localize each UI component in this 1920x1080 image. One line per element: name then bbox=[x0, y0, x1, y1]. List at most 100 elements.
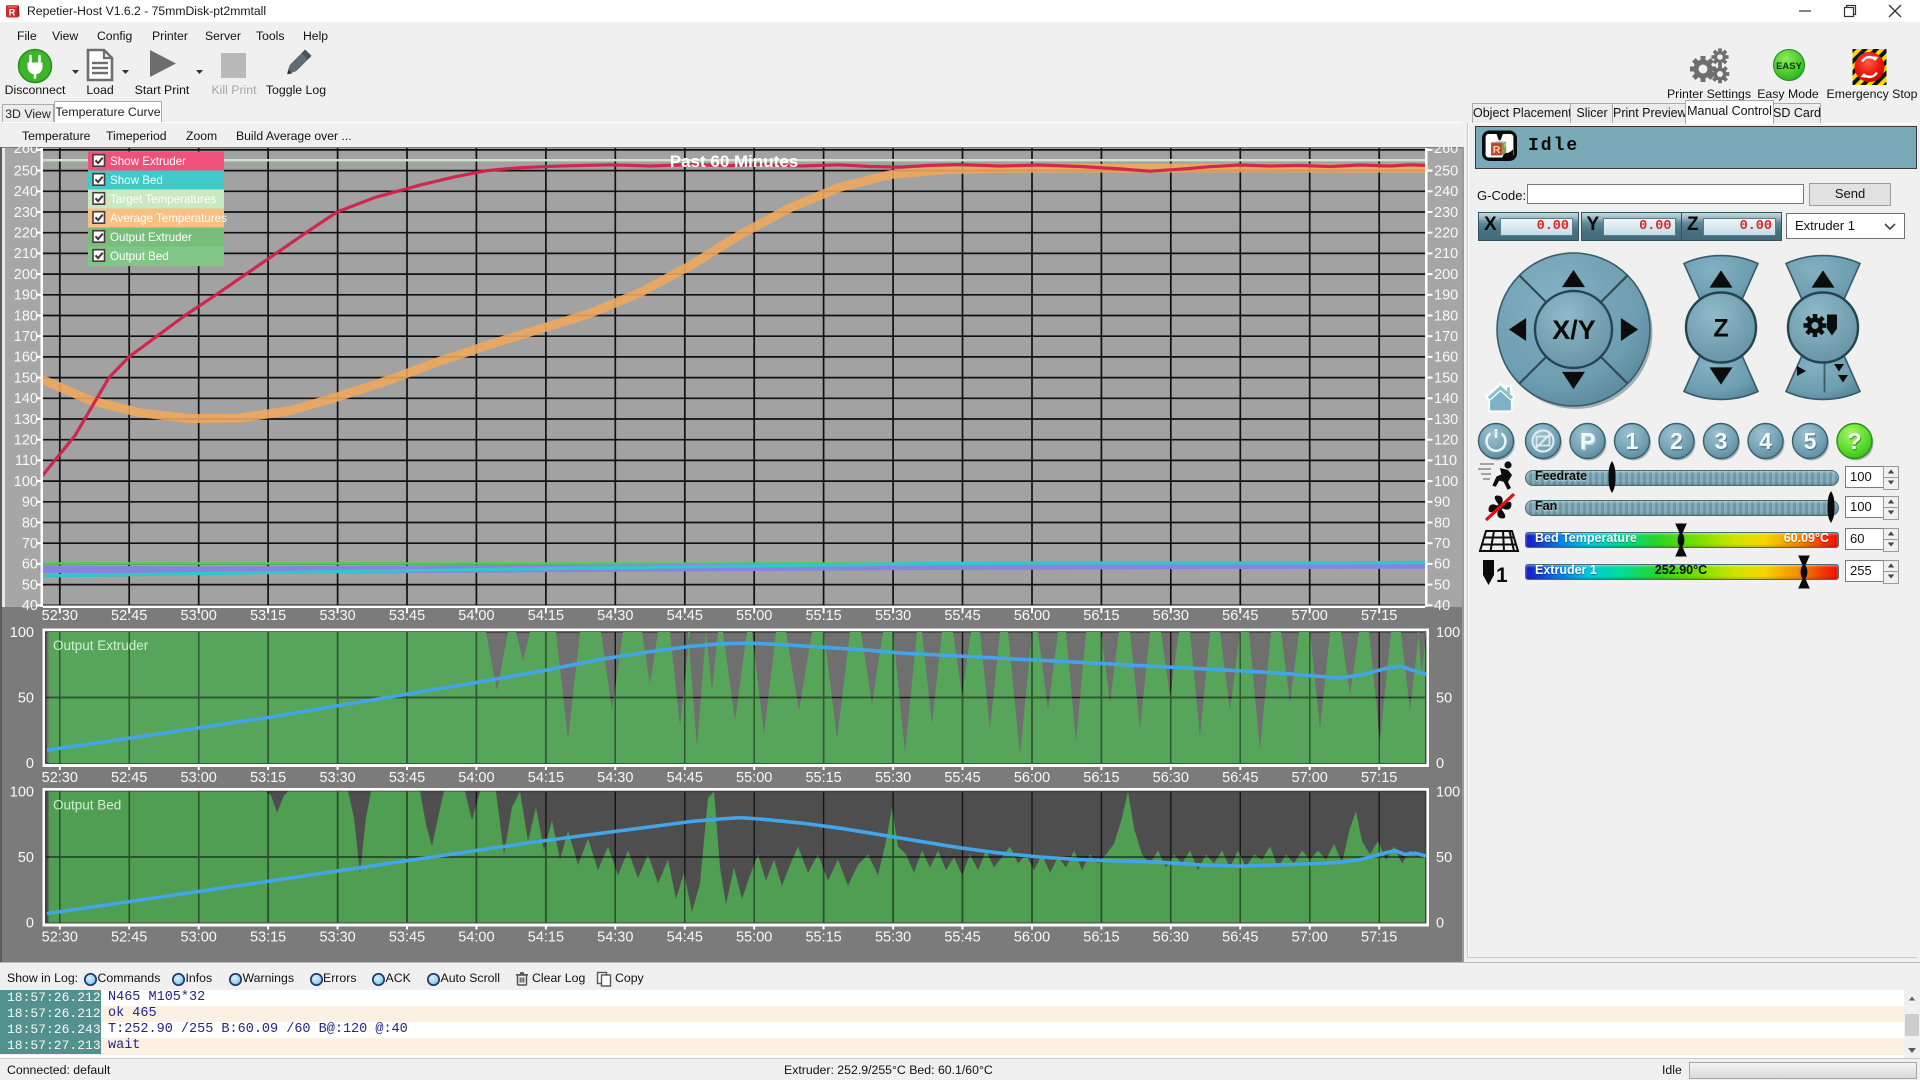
svg-text:54:15: 54:15 bbox=[528, 770, 564, 786]
svg-text:70: 70 bbox=[1434, 536, 1450, 552]
svg-text:180: 180 bbox=[1434, 308, 1458, 324]
svg-text:53:30: 53:30 bbox=[319, 770, 355, 786]
svg-text:160: 160 bbox=[1434, 350, 1458, 366]
svg-text:120: 120 bbox=[14, 433, 38, 449]
svg-text:0: 0 bbox=[26, 756, 34, 772]
svg-text:Average Temperatures: Average Temperatures bbox=[110, 212, 227, 225]
svg-text:230: 230 bbox=[14, 205, 38, 221]
svg-text:55:00: 55:00 bbox=[736, 930, 772, 946]
svg-text:100: 100 bbox=[10, 625, 34, 641]
svg-text:53:15: 53:15 bbox=[250, 608, 286, 624]
svg-text:54:00: 54:00 bbox=[458, 608, 494, 624]
svg-text:110: 110 bbox=[15, 453, 38, 469]
svg-text:100: 100 bbox=[14, 474, 38, 490]
svg-text:Z: Z bbox=[1713, 315, 1728, 343]
svg-text:100: 100 bbox=[1436, 784, 1460, 800]
svg-text:53:30: 53:30 bbox=[319, 608, 355, 624]
svg-text:52:45: 52:45 bbox=[111, 770, 147, 786]
svg-text:50: 50 bbox=[22, 577, 38, 593]
svg-text:5: 5 bbox=[1804, 428, 1817, 454]
svg-text:55:00: 55:00 bbox=[736, 608, 772, 624]
svg-text:Output Bed: Output Bed bbox=[53, 798, 121, 813]
svg-text:220: 220 bbox=[1434, 226, 1458, 242]
svg-text:55:15: 55:15 bbox=[805, 930, 841, 946]
svg-text:52:30: 52:30 bbox=[42, 770, 78, 786]
svg-text:53:45: 53:45 bbox=[389, 770, 425, 786]
svg-text:100: 100 bbox=[1434, 474, 1458, 490]
svg-text:57:00: 57:00 bbox=[1292, 608, 1328, 624]
svg-text:56:15: 56:15 bbox=[1083, 608, 1119, 624]
svg-text:56:45: 56:45 bbox=[1222, 930, 1258, 946]
svg-text:53:00: 53:00 bbox=[181, 608, 217, 624]
svg-text:53:00: 53:00 bbox=[181, 770, 217, 786]
svg-text:56:45: 56:45 bbox=[1222, 608, 1258, 624]
svg-text:260: 260 bbox=[14, 147, 38, 157]
svg-text:56:30: 56:30 bbox=[1153, 930, 1189, 946]
svg-text:53:45: 53:45 bbox=[389, 930, 425, 946]
svg-text:230: 230 bbox=[1434, 205, 1458, 221]
svg-text:Show Bed: Show Bed bbox=[110, 174, 163, 187]
svg-text:54:30: 54:30 bbox=[597, 608, 633, 624]
svg-text:53:15: 53:15 bbox=[250, 770, 286, 786]
svg-text:54:15: 54:15 bbox=[528, 608, 564, 624]
svg-text:100: 100 bbox=[1436, 625, 1460, 641]
svg-text:50: 50 bbox=[1436, 850, 1452, 866]
svg-text:80: 80 bbox=[22, 515, 38, 531]
svg-text:Output Bed: Output Bed bbox=[110, 250, 169, 263]
svg-text:0: 0 bbox=[26, 915, 34, 931]
svg-text:56:15: 56:15 bbox=[1083, 770, 1119, 786]
svg-text:55:30: 55:30 bbox=[875, 930, 911, 946]
svg-text:240: 240 bbox=[1434, 184, 1458, 200]
svg-text:54:45: 54:45 bbox=[667, 608, 703, 624]
svg-text:57:15: 57:15 bbox=[1361, 608, 1397, 624]
svg-text:50: 50 bbox=[1434, 577, 1450, 593]
svg-text:X/Y: X/Y bbox=[1552, 315, 1596, 345]
svg-text:60: 60 bbox=[22, 557, 38, 573]
svg-text:220: 220 bbox=[14, 226, 38, 242]
svg-text:Past 60 Minutes: Past 60 Minutes bbox=[670, 152, 799, 171]
svg-text:54:45: 54:45 bbox=[667, 770, 703, 786]
svg-text:50: 50 bbox=[1436, 690, 1452, 706]
svg-text:80: 80 bbox=[1434, 515, 1450, 531]
svg-text:56:00: 56:00 bbox=[1014, 770, 1050, 786]
svg-text:200: 200 bbox=[1434, 267, 1458, 283]
svg-text:210: 210 bbox=[1434, 246, 1458, 262]
svg-text:160: 160 bbox=[14, 350, 38, 366]
svg-text:55:30: 55:30 bbox=[875, 608, 911, 624]
svg-text:4: 4 bbox=[1759, 428, 1772, 454]
svg-text:55:15: 55:15 bbox=[805, 770, 841, 786]
svg-text:57:00: 57:00 bbox=[1292, 930, 1328, 946]
svg-text:54:00: 54:00 bbox=[458, 770, 494, 786]
svg-text:1: 1 bbox=[1496, 564, 1508, 587]
svg-text:57:00: 57:00 bbox=[1292, 770, 1328, 786]
svg-text:90: 90 bbox=[1434, 495, 1450, 511]
svg-text:190: 190 bbox=[14, 288, 38, 304]
svg-text:250: 250 bbox=[14, 163, 38, 179]
svg-text:54:15: 54:15 bbox=[528, 930, 564, 946]
svg-text:90: 90 bbox=[22, 495, 38, 511]
svg-text:53:00: 53:00 bbox=[181, 930, 217, 946]
svg-text:130: 130 bbox=[14, 412, 38, 428]
svg-text:54:45: 54:45 bbox=[667, 930, 703, 946]
svg-text:54:30: 54:30 bbox=[597, 770, 633, 786]
svg-text:55:45: 55:45 bbox=[944, 930, 980, 946]
svg-text:260: 260 bbox=[1434, 147, 1458, 157]
svg-text:55:00: 55:00 bbox=[736, 770, 772, 786]
svg-text:180: 180 bbox=[14, 308, 38, 324]
svg-text:?: ? bbox=[1847, 428, 1861, 454]
svg-text:190: 190 bbox=[1434, 288, 1458, 304]
svg-text:53:30: 53:30 bbox=[319, 930, 355, 946]
svg-text:210: 210 bbox=[14, 246, 38, 262]
svg-text:52:45: 52:45 bbox=[111, 930, 147, 946]
svg-text:52:30: 52:30 bbox=[42, 608, 78, 624]
svg-text:Output Extruder: Output Extruder bbox=[53, 638, 149, 653]
svg-text:52:30: 52:30 bbox=[42, 930, 78, 946]
svg-text:53:45: 53:45 bbox=[389, 608, 425, 624]
svg-text:130: 130 bbox=[1434, 412, 1458, 428]
svg-text:R: R bbox=[9, 8, 16, 18]
svg-text:54:00: 54:00 bbox=[458, 930, 494, 946]
svg-text:150: 150 bbox=[1434, 370, 1458, 386]
svg-text:60: 60 bbox=[1434, 557, 1450, 573]
svg-text:240: 240 bbox=[14, 184, 38, 200]
svg-text:56:45: 56:45 bbox=[1222, 770, 1258, 786]
